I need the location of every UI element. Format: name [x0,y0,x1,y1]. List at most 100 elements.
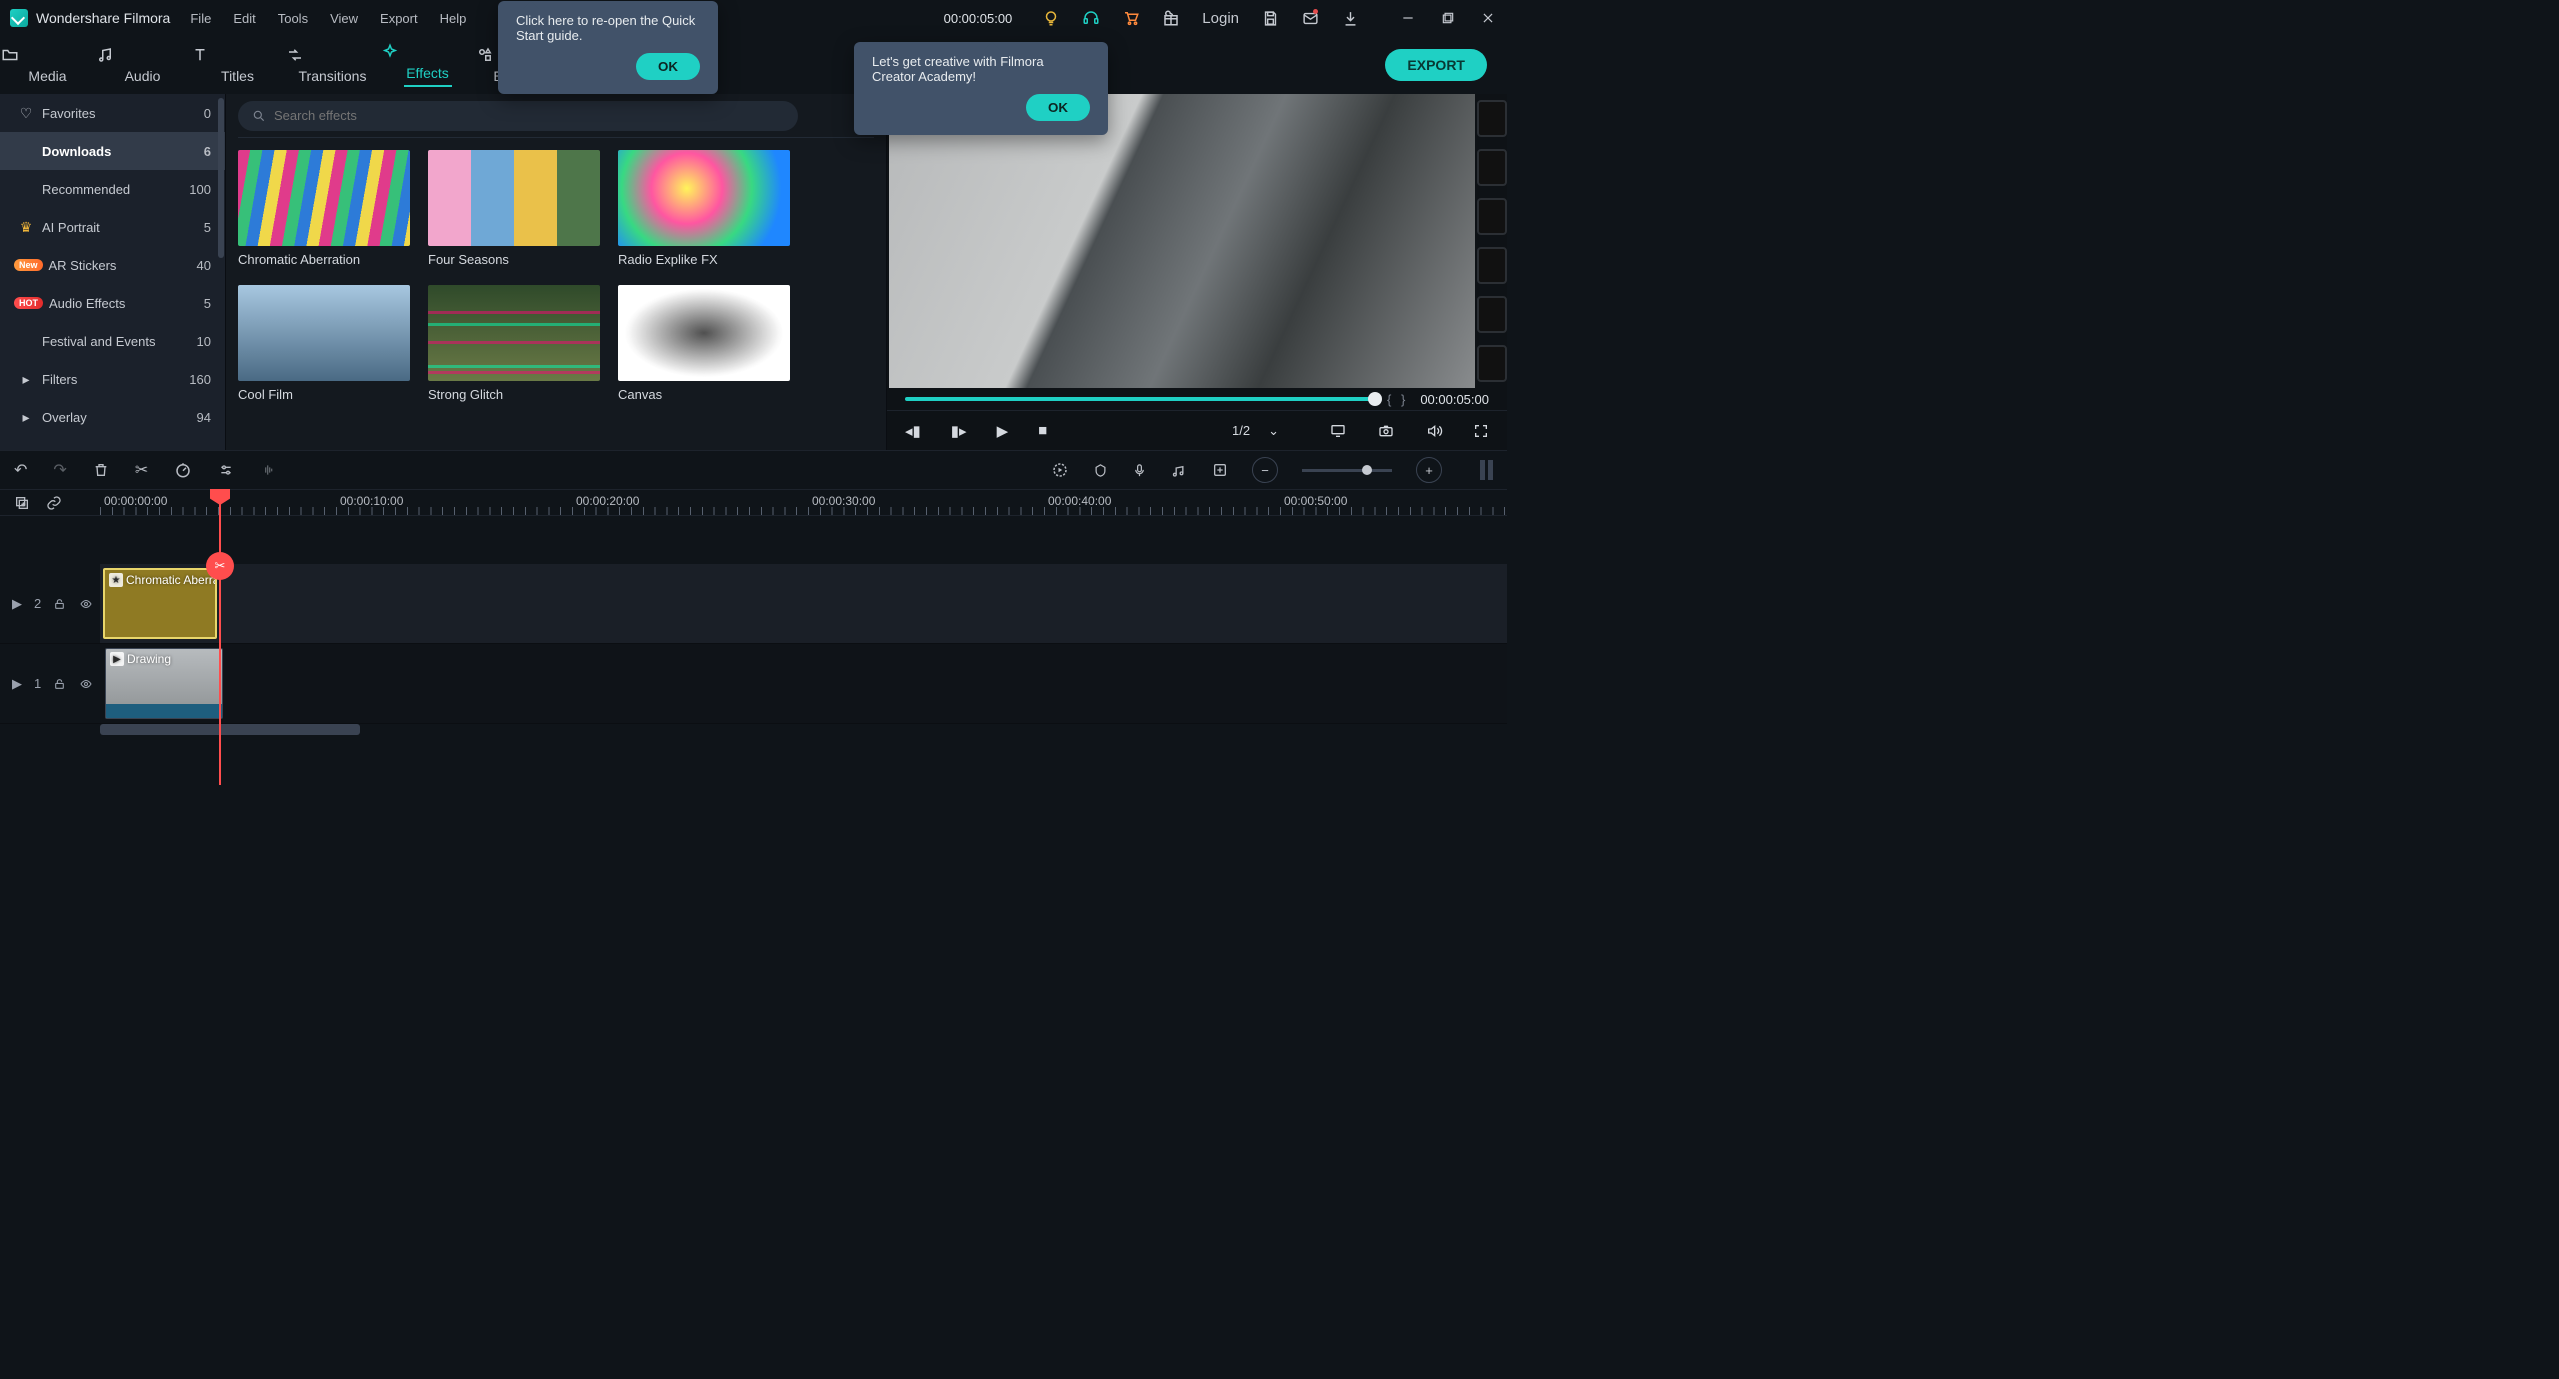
clip-drawing[interactable]: ▶Drawing [105,648,223,719]
clip-audio-waveform [106,704,222,718]
prev-frame-icon[interactable]: ◂▮ [905,422,921,440]
add-track-icon[interactable] [14,495,30,511]
sidebar-item-filters[interactable]: ▸ Filters160 [0,360,225,398]
save-icon[interactable] [1261,9,1279,27]
preview-quality-selector[interactable]: 1/2 ⌄ [1232,423,1279,439]
category-sidebar[interactable]: ♡ Favorites0 Downloads6 Recommended100 ♛… [0,94,226,450]
preview-markers[interactable]: { } [1387,392,1408,407]
menu-export[interactable]: Export [380,11,418,26]
window-maximize-icon[interactable] [1439,9,1457,27]
split-icon[interactable]: ✂ [135,460,148,480]
window-minimize-icon[interactable] [1399,9,1417,27]
timeline-playhead[interactable]: ✂ [219,490,221,785]
cart-icon[interactable] [1122,9,1140,27]
render-icon[interactable] [1051,461,1069,479]
tips-bulb-icon[interactable] [1042,9,1060,27]
gift-icon[interactable] [1162,9,1180,27]
zoom-in-button[interactable]: + [1416,457,1442,483]
eye-icon[interactable] [78,598,94,610]
effect-card[interactable]: Strong Glitch [428,285,600,402]
audio-mixer-icon[interactable] [1171,462,1188,478]
preview-seek-bar[interactable] [905,397,1375,401]
sidebar-scrollbar[interactable] [218,98,224,258]
search-box[interactable] [238,101,798,131]
menu-tools[interactable]: Tools [278,11,308,26]
next-frame-icon[interactable]: ▮▸ [951,422,967,440]
sidebar-item-recommended[interactable]: Recommended100 [0,170,225,208]
keyframe-icon[interactable] [1212,462,1228,478]
preview-seek-row: { } 00:00:05:00 [887,388,1507,410]
menu-file[interactable]: File [190,11,211,26]
volume-icon[interactable] [1425,423,1443,439]
tab-transitions[interactable]: Transitions [285,46,380,84]
sidebar-item-downloads[interactable]: Downloads6 [0,132,225,170]
track-video-number: 1 [34,676,41,691]
stop-icon[interactable]: ■ [1038,422,1047,439]
lock-icon[interactable] [53,597,66,611]
effect-card[interactable]: Four Seasons [428,150,600,267]
timeline-ruler[interactable]: 00:00:00:0000:00:10:0000:00:20:0000:00:3… [100,490,1507,515]
title-bar: Wondershare Filmora File Edit Tools View… [0,0,1507,36]
sidebar-item-favorites[interactable]: ♡ Favorites0 [0,94,225,132]
download-icon[interactable] [1341,9,1359,27]
search-icon [252,109,266,123]
effect-card[interactable]: Radio Explike FX [618,150,790,267]
audio-edit-icon[interactable] [260,462,278,478]
snapshot-icon[interactable] [1377,423,1395,439]
track-video-lane[interactable]: ▶Drawing [100,644,1507,723]
tooltip-academy-text: Let's get creative with Filmora Creator … [872,54,1090,84]
effect-card[interactable]: Chromatic Aberration [238,150,410,267]
menu-help[interactable]: Help [440,11,467,26]
sidebar-item-ai-portrait[interactable]: ♛ AI Portrait5 [0,208,225,246]
sidebar-item-ar-stickers[interactable]: New AR Stickers40 [0,246,225,284]
fullscreen-icon[interactable] [1473,423,1489,439]
effect-card[interactable]: Cool Film [238,285,410,402]
clip-chromatic-aberration[interactable]: ★Chromatic Aberra [103,568,217,639]
menu-edit[interactable]: Edit [233,11,255,26]
effect-card[interactable]: Canvas [618,285,790,402]
ruler-label: 00:00:10:00 [340,494,403,508]
zoom-slider[interactable] [1302,469,1392,472]
track-effects-lane[interactable]: ★Chromatic Aberra [100,564,1507,643]
sidebar-item-overlay[interactable]: ▸ Overlay94 [0,398,225,436]
preview-timecode: 00:00:05:00 [1420,392,1489,407]
delete-icon[interactable] [93,462,109,478]
display-icon[interactable] [1329,423,1347,439]
effects-grid-pane: Chromatic Aberration Four Seasons Radio … [226,94,887,450]
voiceover-mic-icon[interactable] [1132,462,1147,479]
sidebar-item-festival[interactable]: Festival and Events10 [0,322,225,360]
tooltip-academy-ok-button[interactable]: OK [1026,94,1090,121]
menu-bar: File Edit Tools View Export Help [190,11,466,26]
sidebar-item-audio-effects[interactable]: HOT Audio Effects5 [0,284,225,322]
link-icon[interactable] [46,495,62,511]
redo-icon[interactable]: ↷ [53,460,66,480]
export-button[interactable]: EXPORT [1385,49,1487,81]
zoom-out-button[interactable]: − [1252,457,1278,483]
menu-view[interactable]: View [330,11,358,26]
lock-icon[interactable] [53,677,66,691]
tab-audio[interactable]: Audio [95,46,190,84]
tab-media[interactable]: Media [0,46,95,84]
speed-icon[interactable] [174,461,192,479]
message-icon[interactable] [1301,9,1319,27]
tooltip-quickstart-ok-button[interactable]: OK [636,53,700,80]
adjust-icon[interactable] [218,462,234,478]
play-icon[interactable]: ▶ [997,422,1009,440]
search-input[interactable] [274,108,784,123]
eye-icon[interactable] [78,678,94,690]
timeline-horizontal-scrollbar[interactable] [0,724,1507,735]
window-close-icon[interactable] [1479,9,1497,27]
new-badge: New [14,259,43,271]
marker-icon[interactable] [1093,462,1108,479]
tab-titles[interactable]: Titles [190,46,285,84]
preview-pane: { } 00:00:05:00 ◂▮ ▮▸ ▶ ■ 1/2 ⌄ [887,94,1507,450]
track-type-icon: ▶ [12,596,22,612]
support-headset-icon[interactable] [1082,9,1100,27]
playhead-cut-icon[interactable]: ✂ [206,552,234,580]
play-icon: ▶ [110,652,124,666]
tab-effects[interactable]: Effects [380,43,475,87]
login-button[interactable]: Login [1202,10,1239,27]
undo-icon[interactable]: ↶ [14,460,27,480]
zoom-fit-icon[interactable] [1480,460,1493,480]
preview-video[interactable] [889,94,1475,388]
